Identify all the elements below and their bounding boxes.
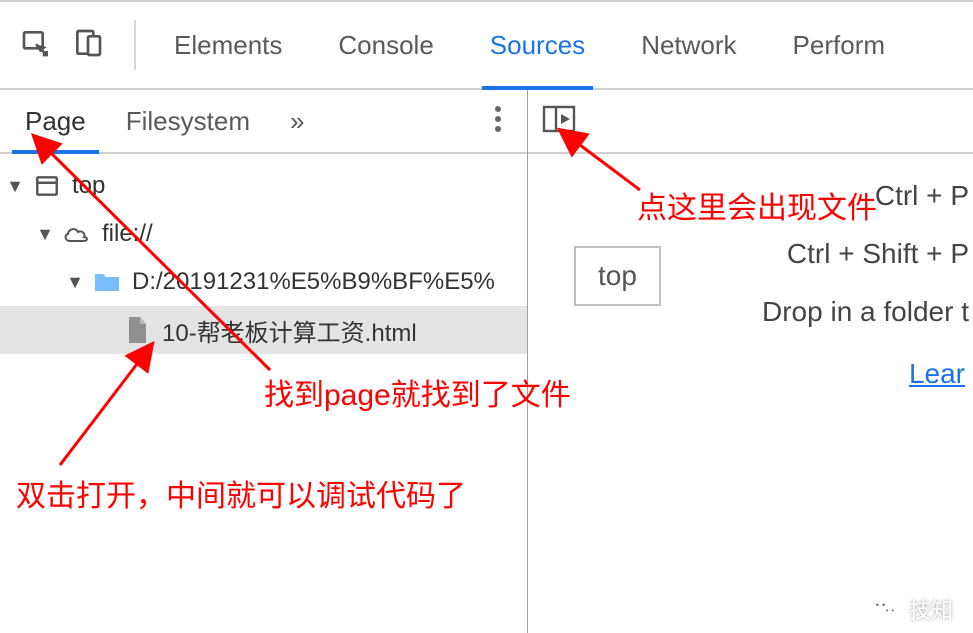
cloud-icon — [62, 223, 92, 245]
tab-console[interactable]: Console — [310, 2, 461, 88]
file-icon — [122, 315, 152, 345]
sub-tab-more[interactable]: » — [275, 106, 319, 137]
tab-performance[interactable]: Perform — [765, 2, 913, 88]
tree-label-scheme: file:// — [102, 220, 153, 248]
tree-node-scheme[interactable]: ▼ file:// — [0, 210, 527, 258]
devtools-top-bar: Elements Console Sources Network Perform — [0, 0, 973, 90]
content-row: Page Filesystem » ▼ top ▼ — [0, 90, 973, 633]
caret-down-icon: ▼ — [68, 272, 82, 293]
annotation-find-page: 找到page就找到了文件 — [264, 370, 571, 414]
tree-label-top: top — [72, 172, 105, 200]
divider — [134, 20, 136, 70]
sub-tab-page[interactable]: Page — [10, 90, 101, 152]
watermark-text: 技知 — [909, 593, 953, 625]
device-toggle-icon[interactable] — [72, 27, 104, 64]
folder-icon — [92, 270, 122, 294]
tab-sources[interactable]: Sources — [462, 2, 613, 88]
tree-node-file[interactable]: 10-帮老板计算工资.html — [0, 306, 527, 354]
devtools-tabs: Elements Console Sources Network Perform — [146, 2, 913, 88]
tree-label-folder: D:/20191231%E5%B9%BF%E5% — [132, 268, 495, 296]
tree-label-file: 10-帮老板计算工资.html — [162, 313, 417, 348]
caret-down-icon: ▼ — [8, 176, 22, 197]
caret-down-icon: ▼ — [38, 224, 52, 245]
annotation-double-click: 双击打开，中间就可以调试代码了 — [16, 471, 466, 515]
tab-network[interactable]: Network — [613, 2, 764, 88]
learn-more-link[interactable]: Lear — [909, 358, 969, 389]
right-panel: top Ctrl + P Ctrl + Shift + P Drop in a … — [528, 90, 973, 633]
show-navigator-icon[interactable] — [542, 104, 576, 139]
wechat-icon — [871, 595, 899, 623]
tab-elements[interactable]: Elements — [146, 2, 310, 88]
navigator-tooltip: top — [574, 246, 661, 306]
tree-node-top[interactable]: ▼ top — [0, 162, 527, 210]
annotation-show-files: 点这里会出现文件 — [637, 183, 877, 227]
sources-sub-bar: Page Filesystem » — [0, 90, 527, 154]
window-icon — [32, 173, 62, 199]
right-sub-bar — [528, 90, 973, 154]
tree-node-folder[interactable]: ▼ D:/20191231%E5%B9%BF%E5% — [0, 258, 527, 306]
device-icons — [10, 27, 124, 64]
inspect-icon[interactable] — [20, 27, 52, 64]
watermark: 技知 — [871, 593, 953, 625]
sub-tab-filesystem[interactable]: Filesystem — [111, 90, 265, 152]
left-panel: Page Filesystem » ▼ top ▼ — [0, 90, 528, 633]
sub-tab-menu-icon[interactable] — [479, 104, 517, 139]
